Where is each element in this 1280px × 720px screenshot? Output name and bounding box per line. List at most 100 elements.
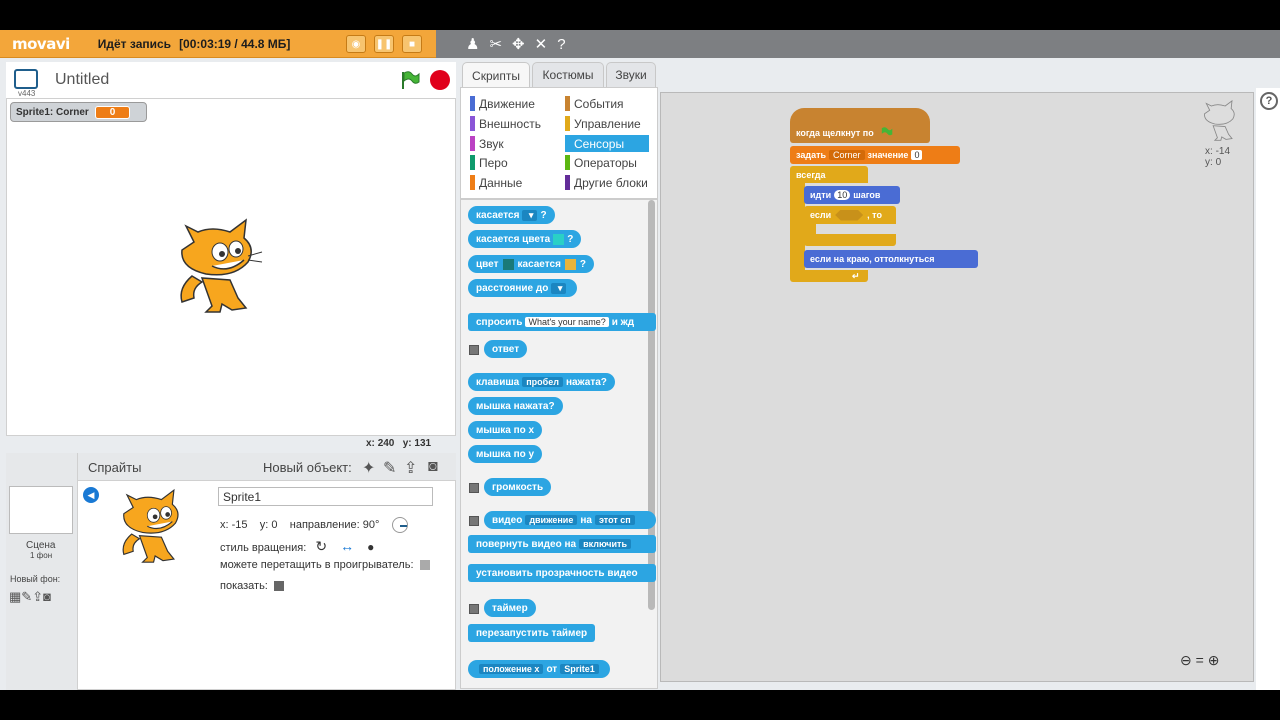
sprite-coords-readout: x: -14 y: 0 <box>1205 146 1231 168</box>
block-turn-video[interactable]: повернуть видео на включить <box>468 535 656 553</box>
green-flag-icon[interactable] <box>400 70 420 90</box>
category-sensing[interactable]: Сенсоры <box>565 136 624 151</box>
block-loudness[interactable]: громкость <box>484 478 552 496</box>
zoom-out-icon[interactable]: ⊖ <box>1180 652 1192 668</box>
camera-sprite-icon[interactable]: ◙ <box>428 458 438 476</box>
zoom-controls: ⊖ = ⊕ <box>1180 652 1219 669</box>
bottom-letterbox <box>0 690 1280 720</box>
green-flag-icon <box>881 126 893 135</box>
block-distance-to[interactable]: расстояние до ▾ <box>468 279 578 297</box>
rotate-all-icon[interactable]: ↻ <box>315 538 327 554</box>
block-touching-color[interactable]: касается цвета? <box>468 230 582 248</box>
show-checkbox[interactable] <box>273 581 284 592</box>
block-when-flag-clicked[interactable]: когда щелкнут по <box>790 122 930 143</box>
sprite-name-input[interactable] <box>218 487 433 506</box>
scene-backdrop-count: 1 фон <box>30 551 53 560</box>
pause-button[interactable]: ❚❚ <box>374 35 394 53</box>
shrink-tool-icon[interactable]: ✕ <box>535 35 548 53</box>
block-color-touching[interactable]: цвет касается? <box>468 255 595 273</box>
block-attribute-of[interactable]: положение x от Sprite1 <box>468 660 610 678</box>
block-bounce-on-edge[interactable]: если на краю, оттолкнуться <box>804 250 978 268</box>
recorder-bar: movavi Идёт запись [00:03:19 / 44.8 МБ] <box>0 30 436 58</box>
grow-tool-icon[interactable]: ✥ <box>512 35 525 53</box>
sprite-thumbnail[interactable] <box>116 488 188 566</box>
color-swatch[interactable] <box>564 258 576 270</box>
project-title[interactable]: Untitled <box>55 71 109 89</box>
timer-checkbox[interactable] <box>469 604 479 614</box>
camera-backdrop-icon[interactable]: ◙ <box>43 589 51 604</box>
block-mouse-y[interactable]: мышка по y <box>468 445 543 463</box>
if-bottom <box>804 234 896 246</box>
help-button[interactable]: ? <box>1260 92 1278 110</box>
tab-costumes[interactable]: Костюмы <box>532 62 604 87</box>
block-ask[interactable]: спросить What's your name? и жд <box>468 313 656 331</box>
block-set-transparency[interactable]: установить прозрачность видео <box>468 564 656 582</box>
screenshot-button[interactable]: ◉ <box>346 35 366 53</box>
block-mouse-x[interactable]: мышка по x <box>468 421 543 439</box>
direction-dial-icon[interactable] <box>392 517 409 533</box>
cat-sprite[interactable] <box>172 218 264 316</box>
monitor-label: Sprite1: Corner <box>16 106 89 118</box>
paint-backdrop-icon[interactable]: ✎ <box>21 589 32 604</box>
script-area[interactable] <box>660 92 1254 682</box>
draggable-checkbox[interactable] <box>419 560 430 571</box>
question-icon: ? <box>1265 95 1273 107</box>
block-forever[interactable]: всегда <box>790 166 868 183</box>
script-area-margin <box>1256 88 1280 690</box>
show-row: показать: <box>220 580 284 592</box>
color-swatch[interactable] <box>553 233 565 245</box>
category-looks[interactable]: Внешность <box>470 116 541 131</box>
block-touching[interactable]: касается ▾? <box>468 206 555 224</box>
choose-sprite-icon[interactable]: ✦ <box>362 458 375 478</box>
block-timer[interactable]: таймер <box>484 599 536 617</box>
choose-backdrop-icon[interactable]: ▦ <box>9 589 21 604</box>
sprites-title: Спрайты <box>88 460 142 475</box>
fullscreen-button[interactable] <box>14 69 38 89</box>
tab-scripts[interactable]: Скрипты <box>462 62 530 89</box>
monitor-value: 0 <box>94 105 131 119</box>
category-data[interactable]: Данные <box>470 175 522 190</box>
stop-recording-button[interactable]: ■ <box>402 35 422 53</box>
arrow-left-icon: ◀ <box>87 489 95 500</box>
category-control[interactable]: Управление <box>565 116 641 131</box>
category-pen[interactable]: Перо <box>470 155 508 170</box>
current-sprite-icon <box>1204 100 1235 141</box>
upload-backdrop-icon[interactable]: ⇪ <box>32 589 43 604</box>
tab-sounds[interactable]: Звуки <box>606 62 656 87</box>
color-swatch[interactable] <box>502 258 514 270</box>
block-video[interactable]: видео движение на этот сп <box>484 511 656 529</box>
back-info-button[interactable]: ◀ <box>83 487 99 503</box>
rotation-style: стиль вращения: ↻ ↔ ● <box>220 538 375 554</box>
category-more-blocks[interactable]: Другие блоки <box>565 175 648 190</box>
upload-sprite-icon[interactable]: ⇪ <box>404 458 417 478</box>
duplicate-tool-icon[interactable]: ♟ <box>466 35 479 53</box>
answer-checkbox[interactable] <box>469 345 479 355</box>
zoom-reset-icon[interactable]: = <box>1196 652 1204 668</box>
stage-thumbnail[interactable] <box>9 486 73 534</box>
block-if-then[interactable]: если, то <box>804 206 896 224</box>
sprite-position: x: -15 y: 0 направление: 90° <box>220 517 409 533</box>
paint-sprite-icon[interactable]: ✎ <box>383 458 396 478</box>
block-answer[interactable]: ответ <box>484 340 528 358</box>
block-set-variable[interactable]: задать Corner значение 0 <box>790 146 960 164</box>
video-checkbox[interactable] <box>469 516 479 526</box>
category-operators[interactable]: Операторы <box>565 155 637 170</box>
screen: movavi Идёт запись [00:03:19 / 44.8 МБ] … <box>0 0 1280 720</box>
help-tool-icon[interactable]: ? <box>557 36 565 53</box>
zoom-in-icon[interactable]: ⊕ <box>1208 652 1220 668</box>
delete-tool-icon[interactable]: ✂ <box>489 35 502 53</box>
block-reset-timer[interactable]: перезапустить таймер <box>468 624 596 642</box>
category-motion[interactable]: Движение <box>470 96 535 111</box>
block-move-steps[interactable]: идти 10 шагов <box>804 186 900 204</box>
block-key-pressed[interactable]: клавиша пробел нажата? <box>468 373 615 391</box>
category-events[interactable]: События <box>565 96 624 111</box>
empty-condition-slot[interactable] <box>835 209 864 221</box>
category-sound[interactable]: Звук <box>470 136 504 151</box>
no-rotate-icon[interactable]: ● <box>367 540 374 554</box>
stop-button[interactable] <box>430 70 450 90</box>
left-right-icon[interactable]: ↔ <box>340 538 354 554</box>
block-mouse-down[interactable]: мышка нажата? <box>468 397 563 415</box>
variable-monitor[interactable]: Sprite1: Corner 0 <box>10 102 147 122</box>
recording-time: [00:03:19 / 44.8 МБ] <box>179 36 291 51</box>
loudness-checkbox[interactable] <box>469 483 479 493</box>
